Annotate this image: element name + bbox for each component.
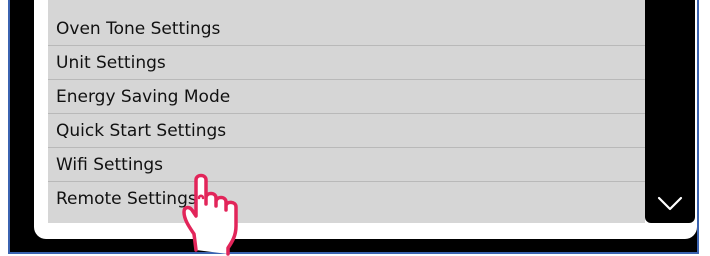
settings-screen: Oven Tone Settings Unit Settings Energy … <box>34 0 697 239</box>
list-item-energy-saving-mode[interactable]: Energy Saving Mode <box>48 80 645 114</box>
settings-list: Oven Tone Settings Unit Settings Energy … <box>48 0 645 223</box>
list-item-unit-settings[interactable]: Unit Settings <box>48 46 645 80</box>
list-item-oven-tone-settings[interactable]: Oven Tone Settings <box>48 0 645 46</box>
list-item-label: Oven Tone Settings <box>56 18 221 39</box>
oven-display-frame: Oven Tone Settings Unit Settings Energy … <box>8 0 699 254</box>
list-item-quick-start-settings[interactable]: Quick Start Settings <box>48 114 645 148</box>
list-item-label: Quick Start Settings <box>56 120 227 141</box>
list-item-label: Remote Settings <box>56 189 197 209</box>
list-item-remote-settings[interactable]: Remote Settings <box>48 182 645 216</box>
list-item-wifi-settings[interactable]: Wifi Settings <box>48 148 645 182</box>
scroll-down-button[interactable] <box>645 184 695 223</box>
scroll-bar[interactable] <box>645 0 695 223</box>
list-item-label: Wifi Settings <box>56 154 163 175</box>
list-item-label: Energy Saving Mode <box>56 86 231 107</box>
chevron-down-icon <box>657 196 683 210</box>
list-item-label: Unit Settings <box>56 52 166 73</box>
